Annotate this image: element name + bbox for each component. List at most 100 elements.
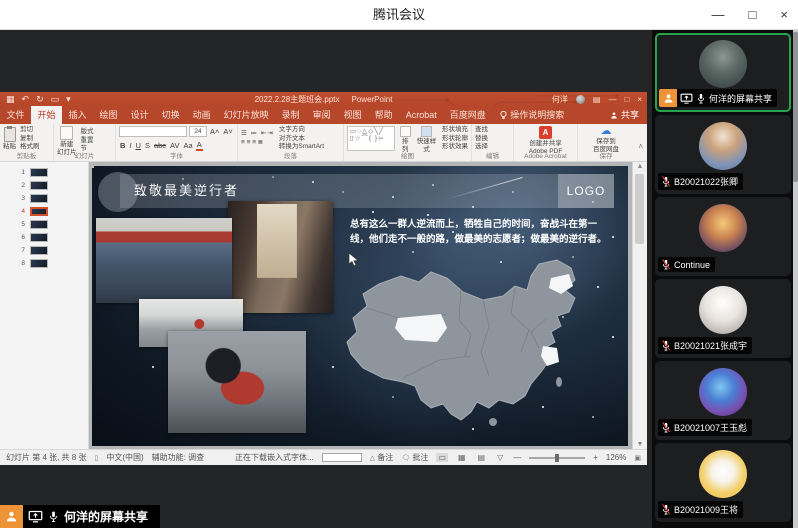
- close-button[interactable]: ×: [780, 7, 788, 22]
- sidebar-scrollbar-thumb[interactable]: [793, 32, 798, 182]
- shapes-gallery[interactable]: ▭○△◇╲╱ ▯☆⌒{ }⇦: [347, 126, 395, 151]
- slide-thumb-4-selected[interactable]: 4: [0, 205, 88, 218]
- shape-fill-button[interactable]: 形状填充: [442, 126, 468, 135]
- slide-thumb-5[interactable]: 5: [0, 218, 88, 231]
- copy-button[interactable]: 复制: [20, 135, 40, 144]
- paste-button[interactable]: 粘贴: [3, 127, 16, 151]
- scroll-up-icon[interactable]: ▲: [633, 163, 647, 170]
- arrange-button[interactable]: 排列: [399, 126, 411, 153]
- ribbon-options-icon[interactable]: ▤: [593, 95, 601, 104]
- photo-classroom-group[interactable]: [96, 218, 232, 303]
- bullets-icon[interactable]: ☰: [241, 130, 248, 137]
- scroll-down-icon[interactable]: ▼: [633, 441, 647, 448]
- notes-button[interactable]: △ 备注: [370, 452, 394, 463]
- slide-thumb-2[interactable]: 2: [0, 179, 88, 192]
- slide-canvas[interactable]: 致敬最美逆行者 LOGO 总有这么一群人逆流而上，牺牲自己的时间，奋战斗在第一线…: [92, 166, 628, 446]
- reset-button[interactable]: 重置: [81, 137, 94, 146]
- alignment-icons[interactable]: ≡ ≡ ≡ ≣: [241, 139, 274, 148]
- tell-me-search[interactable]: 操作说明搜索: [500, 106, 564, 124]
- numbering-icon[interactable]: ≔: [251, 130, 259, 137]
- collapse-ribbon-icon[interactable]: ˄: [638, 142, 643, 151]
- zoom-in-button[interactable]: +: [593, 453, 598, 462]
- china-map-graphic[interactable]: [343, 256, 623, 442]
- tab-baidu-netdisk[interactable]: 百度网盘: [443, 106, 492, 124]
- comments-button[interactable]: 🗨 批注: [401, 452, 428, 463]
- bold-button[interactable]: B: [119, 141, 126, 150]
- save-to-netdisk-button[interactable]: ☁ 保存到百度网盘: [581, 126, 631, 153]
- slide-thumb-7[interactable]: 7: [0, 244, 88, 257]
- participant-tile[interactable]: B20021009王将: [655, 443, 791, 522]
- participant-tile[interactable]: B20021021张成宇: [655, 279, 791, 358]
- cut-button[interactable]: 剪切: [20, 126, 40, 135]
- shape-outline-button[interactable]: 形状轮廓: [442, 135, 468, 144]
- text-shadow-button[interactable]: S: [144, 141, 151, 150]
- underline-button[interactable]: U: [135, 141, 142, 150]
- account-user-name[interactable]: 何洋: [552, 94, 568, 105]
- language-indicator[interactable]: 中文(中国): [106, 452, 143, 463]
- minimize-button[interactable]: —: [712, 7, 725, 22]
- scrollbar-thumb[interactable]: [635, 174, 644, 244]
- sidebar-scrollbar[interactable]: [793, 30, 798, 528]
- photo-signing[interactable]: [168, 331, 306, 433]
- zoom-percentage[interactable]: 126%: [606, 453, 626, 462]
- shrink-font-icon[interactable]: A˅: [222, 127, 233, 136]
- accessibility-status[interactable]: 辅助功能: 调查: [152, 452, 204, 463]
- fit-to-window-icon[interactable]: ▣: [634, 454, 641, 462]
- tab-acrobat[interactable]: Acrobat: [399, 106, 443, 124]
- char-spacing-button[interactable]: AV: [169, 141, 180, 150]
- ppt-share-button[interactable]: 共享: [610, 106, 639, 124]
- slide-thumb-1[interactable]: 1: [0, 166, 88, 179]
- grow-font-icon[interactable]: A˄: [209, 127, 220, 136]
- zoom-out-button[interactable]: —: [513, 453, 521, 462]
- maximize-button[interactable]: □: [749, 7, 757, 22]
- tab-home[interactable]: 开始: [31, 106, 62, 124]
- participant-tile[interactable]: B20021022张卿: [655, 115, 791, 194]
- italic-button[interactable]: I: [128, 141, 132, 150]
- layout-button[interactable]: 版式: [81, 128, 94, 137]
- ppt-restore-button[interactable]: □: [624, 95, 629, 104]
- replace-button[interactable]: 替换: [475, 135, 510, 144]
- font-name-combobox[interactable]: [119, 126, 187, 137]
- normal-view-button[interactable]: ▭: [436, 453, 448, 462]
- slide-body-text[interactable]: 总有这么一群人逆流而上，牺牲自己的时间，奋战斗在第一线，他们走不一般的路，做最美…: [350, 218, 614, 247]
- slide-thumb-6[interactable]: 6: [0, 231, 88, 244]
- account-avatar[interactable]: [576, 95, 585, 104]
- zoom-slider[interactable]: [529, 457, 585, 459]
- quick-styles-button[interactable]: 快速样式: [415, 126, 438, 153]
- tab-view[interactable]: 视图: [337, 106, 368, 124]
- slideshow-view-button[interactable]: ▽: [495, 453, 505, 462]
- tab-help[interactable]: 帮助: [368, 106, 399, 124]
- font-size-combobox[interactable]: 24: [189, 126, 207, 137]
- tab-draw[interactable]: 绘图: [93, 106, 124, 124]
- reading-view-button[interactable]: ▤: [476, 453, 488, 462]
- tab-slideshow[interactable]: 幻灯片放映: [217, 106, 275, 124]
- photo-doorway[interactable]: [228, 201, 333, 313]
- tab-file[interactable]: 文件: [0, 106, 31, 124]
- participant-tile[interactable]: Continue: [655, 197, 791, 276]
- slide-sorter-view-button[interactable]: ▦: [456, 453, 468, 462]
- tab-animations[interactable]: 动画: [186, 106, 217, 124]
- text-direction-button[interactable]: 文字方向: [279, 126, 324, 135]
- tab-insert[interactable]: 插入: [62, 106, 93, 124]
- tab-record[interactable]: 录制: [275, 106, 306, 124]
- slide-thumb-3[interactable]: 3: [0, 192, 88, 205]
- tab-review[interactable]: 审阅: [306, 106, 337, 124]
- ppt-minimize-button[interactable]: —: [608, 95, 616, 104]
- align-text-button[interactable]: 对齐文本: [279, 135, 324, 144]
- slide-vertical-scrollbar[interactable]: ▲ ▼: [632, 162, 647, 449]
- participant-tile[interactable]: B20021007王玉彪: [655, 361, 791, 440]
- find-button[interactable]: 查找: [475, 126, 510, 135]
- ppt-close-button[interactable]: ×: [637, 95, 642, 104]
- indent-icons[interactable]: ⇤⇥: [261, 130, 274, 137]
- participant-tile-sharer[interactable]: 何洋的屏幕共享: [655, 33, 791, 112]
- strikethrough-button[interactable]: abc: [153, 141, 167, 150]
- tab-design[interactable]: 设计: [124, 106, 155, 124]
- tab-transitions[interactable]: 切换: [155, 106, 186, 124]
- create-share-pdf-button[interactable]: A 创建并共享Adobe PDF: [517, 126, 574, 155]
- slide-thumb-8[interactable]: 8: [0, 257, 88, 270]
- change-case-button[interactable]: Aa: [183, 141, 194, 150]
- logo-placeholder[interactable]: LOGO: [558, 174, 614, 208]
- zoom-slider-knob[interactable]: [555, 454, 559, 462]
- spellcheck-icon[interactable]: ▯: [94, 454, 98, 462]
- title-banner[interactable]: 致敬最美逆行者 LOGO: [120, 174, 614, 208]
